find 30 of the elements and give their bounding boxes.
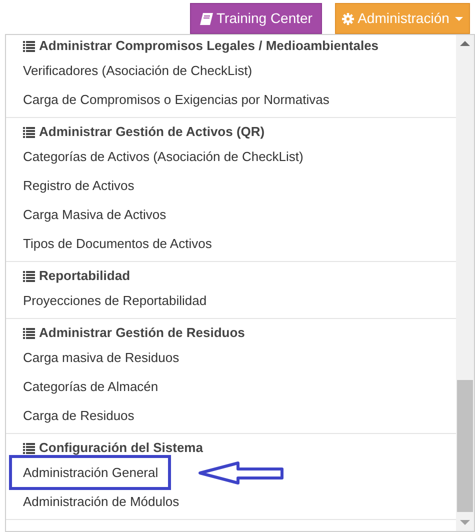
list-icon <box>23 40 35 52</box>
menu-item[interactable]: Categorías de Activos (Asociación de CheckList) <box>23 146 304 166</box>
list-icon <box>23 328 35 338</box>
menu-item[interactable]: Carga Masiva de Activos <box>23 204 166 224</box>
scrollbar-thumb[interactable] <box>457 380 473 512</box>
menu-item[interactable]: Carga masiva de Residuos <box>23 348 180 368</box>
caret-icon <box>455 16 464 20</box>
scroll-up-icon[interactable] <box>460 41 470 46</box>
menu-item[interactable]: Tipos de Documentos de Activos <box>23 234 212 254</box>
menu-item[interactable]: Verificadores (Asociación de CheckList) <box>23 60 252 80</box>
menu-item[interactable]: Registro de Activos <box>23 176 134 196</box>
list-icon <box>23 270 35 282</box>
menu-item[interactable]: Categorías de Almacén <box>23 376 158 396</box>
section-header: Administrar Compromisos Legales / Medioambientales <box>39 37 379 56</box>
menu-item[interactable]: Administración de Módulos <box>23 492 180 512</box>
section-header: Configuración del Sistema <box>39 439 203 458</box>
menu-item[interactable]: Proyecciones de Reportabilidad <box>23 290 207 310</box>
scrollbar[interactable] <box>456 35 474 531</box>
book-icon <box>200 12 212 24</box>
training-center-button[interactable]: Training Center <box>190 3 322 34</box>
gear-icon <box>342 12 354 24</box>
list-icon <box>23 442 35 454</box>
menu-item[interactable]: Administración General <box>9 454 172 490</box>
scroll-down-icon[interactable] <box>460 520 470 525</box>
list-icon <box>23 126 35 138</box>
menu-item[interactable]: Carga de Compromisos o Exigencias por Normativas <box>23 90 330 110</box>
section-header: Administrar Gestión de Residuos <box>39 324 245 342</box>
menu-item[interactable]: Carga de Residuos <box>23 406 134 426</box>
section-header: Reportabilidad <box>39 267 130 286</box>
section-header: Administrar Gestión de Activos (QR) <box>39 123 265 142</box>
